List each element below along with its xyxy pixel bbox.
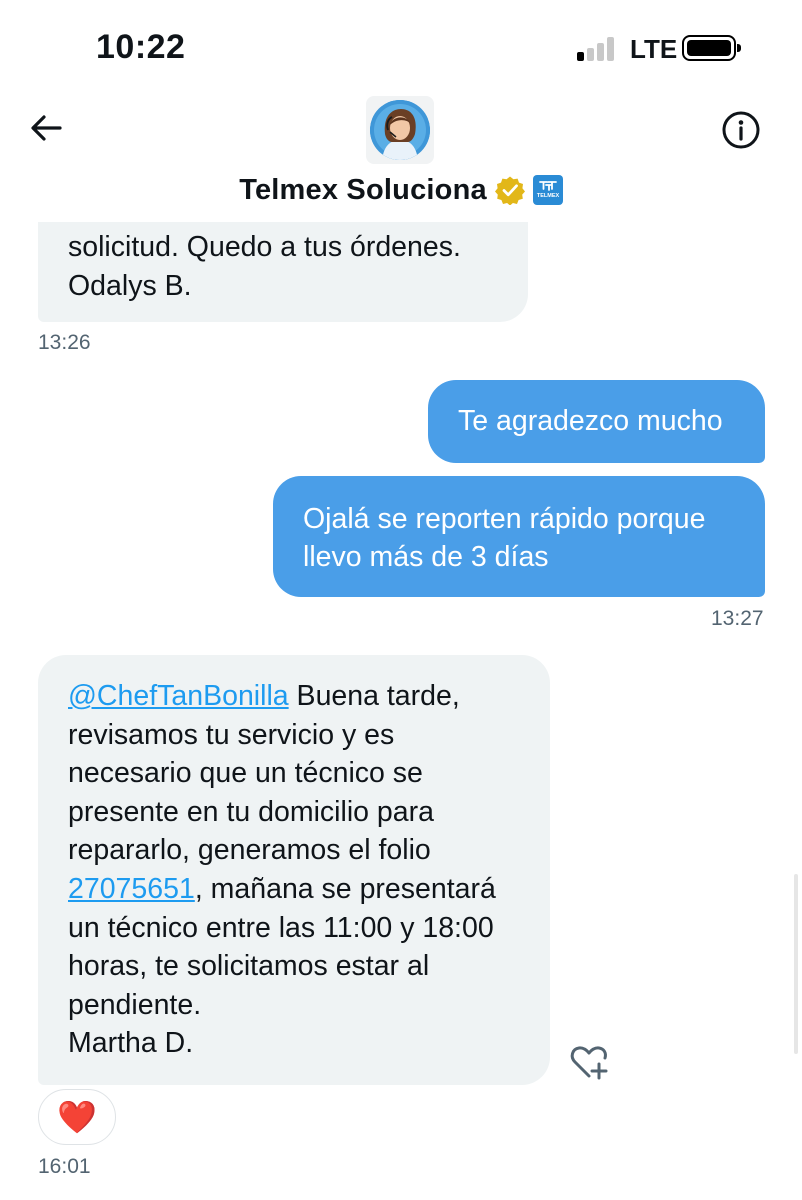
avatar-image [370,100,430,160]
message-timestamp: 16:01 [38,1155,91,1178]
message-line: repararlo, generamos el folio [68,834,431,867]
battery-icon [682,35,741,61]
message-line: solicitud. Quedo a tus órdenes. [68,231,461,263]
heart-reaction-chip[interactable]: ❤️ [38,1089,116,1145]
conversation-header: Telmex Soluciona TELMEX [0,96,802,222]
status-bar: 10:22 LTE [0,0,802,96]
dm-conversation-screen: solicitud. Quedo a tus órdenes. Odalys B… [0,0,802,1200]
message-line: Ojalá se reporten rápido porque [303,503,706,535]
message-outgoing[interactable]: Ojalá se reporten rápido porque llevo má… [273,476,765,597]
back-arrow-icon[interactable] [26,108,66,148]
message-line: presente en tu domicilio para [68,795,434,828]
message-line: llevo más de 3 días [303,541,549,573]
message-signature: Martha D. [68,1027,194,1060]
message-outgoing[interactable]: Te agradezco mucho [428,380,765,463]
info-icon[interactable] [720,109,762,151]
telmex-affiliate-icon: TELMEX [532,175,563,205]
svg-text:TELMEX: TELMEX [537,193,560,199]
message-timestamp: 13:27 [711,607,764,630]
message-line: pendiente. [68,988,202,1021]
message-line: Odalys B. [68,269,192,302]
heart-emoji-icon: ❤️ [57,1099,97,1135]
message-text: Te agradezco mucho [458,405,723,437]
signal-strength-icon [577,37,621,61]
status-time: 10:22 [96,28,186,66]
message-timestamp: 13:26 [38,331,91,354]
message-line: 27075651, mañana se presentará [68,872,496,905]
message-incoming[interactable]: @ChefTanBonilla Buena tarde, revisamos t… [38,655,550,1085]
network-type: LTE [630,34,678,64]
profile-avatar[interactable] [366,96,434,164]
message-line: @ChefTanBonilla Buena tarde, [68,680,460,712]
verified-gold-badge-icon [494,175,525,206]
add-reaction-heart-icon[interactable] [568,1042,610,1084]
mention-link[interactable]: @ChefTanBonilla [68,680,289,712]
message-line: horas, te solicitamos estar al [68,950,430,983]
folio-link[interactable]: 27075651 [68,873,195,905]
scrollbar[interactable] [794,874,798,1054]
message-line: revisamos tu servicio y es [68,718,395,751]
conversation-title-row: Telmex Soluciona TELMEX [0,170,802,210]
message-line: un técnico entre las 11:00 y 18:00 [68,911,494,944]
conversation-title[interactable]: Telmex Soluciona [239,174,487,207]
message-line: necesario que un técnico se [68,757,423,790]
